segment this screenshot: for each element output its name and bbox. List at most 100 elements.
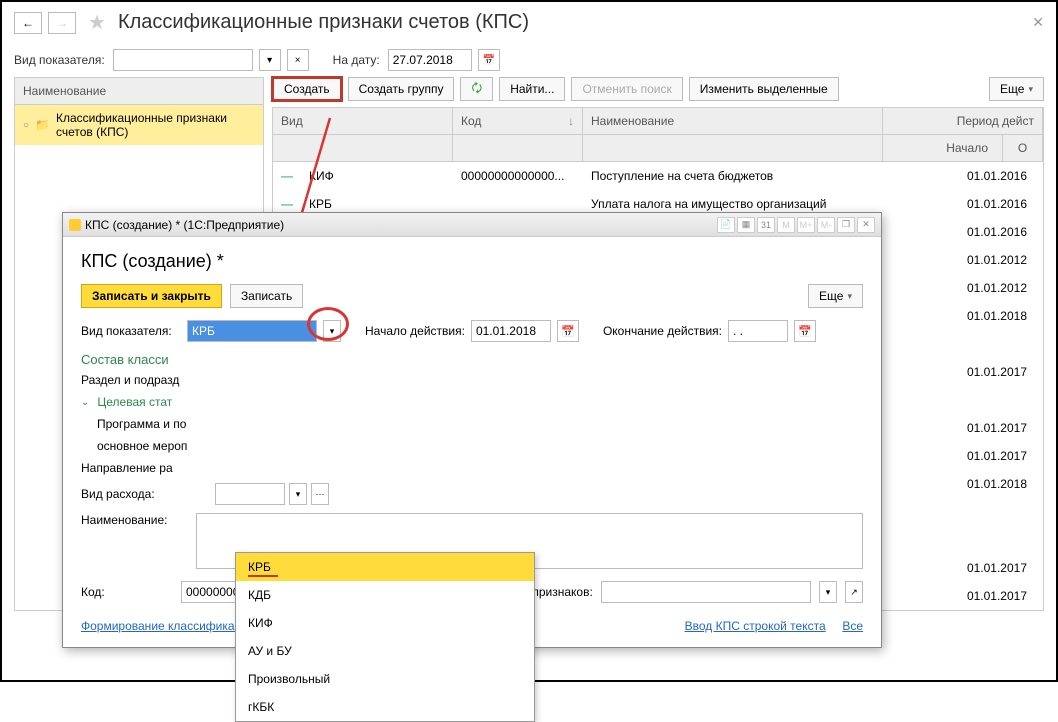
find-button[interactable]: Найти... [499, 77, 565, 101]
tb-mplus-button[interactable]: M+ [797, 217, 815, 233]
cancel-search-button[interactable]: Отменить поиск [571, 77, 682, 101]
change-selected-button[interactable]: Изменить выделенные [689, 77, 839, 101]
refresh-icon: 🗘 [471, 79, 482, 100]
dropdown-item[interactable]: КИФ [236, 609, 534, 637]
vid-dropdown-button[interactable]: ▾ [323, 320, 341, 342]
expand-icon[interactable]: ⌄ [81, 397, 89, 408]
table-row[interactable]: — КИФ00000000000000...Поступление на счет… [273, 162, 1043, 190]
tree-collapse-icon[interactable]: ○ [23, 120, 29, 131]
filter-date-input[interactable] [388, 49, 472, 71]
program-label: Программа и по [97, 417, 186, 431]
end-date-label: Окончание действия: [603, 324, 722, 338]
dialog-more-button[interactable]: Еще ▾ [808, 284, 863, 308]
save-and-close-button[interactable]: Записать и закрыть [81, 284, 222, 308]
col-period[interactable]: Период дейст [883, 108, 1043, 134]
expense-type-label: Вид расхода: [81, 487, 211, 501]
cell-date: 01.01.2016 [883, 165, 1043, 187]
col-end[interactable]: О [1003, 135, 1043, 161]
vid-dropdown-list: КРБКДБКИФАУ и БУПроизвольныйгКБК [235, 552, 535, 722]
cell-kod: 00000000000000... [453, 165, 583, 187]
link-all[interactable]: Все [842, 619, 863, 633]
dropdown-item[interactable]: КРБ [236, 553, 534, 581]
start-date-calendar-button[interactable]: 📅 [557, 320, 579, 342]
dialog-window-title: КПС (создание) * (1С:Предприятие) [85, 218, 284, 232]
nav-back-button[interactable]: ← [14, 12, 42, 34]
name-label: Наименование: [81, 513, 192, 527]
tb-print-icon[interactable]: 📄 [717, 217, 735, 233]
cell-date: 01.01.2016 [883, 193, 1043, 215]
filter-vid-label: Вид показателя: [14, 53, 105, 67]
end-date-input[interactable] [728, 320, 788, 342]
filter-vid-clear-button[interactable]: × [287, 49, 309, 71]
tb-restore-button[interactable]: ❐ [837, 217, 855, 233]
tb-m-button[interactable]: M [777, 217, 795, 233]
section-composition: Состав класси [81, 352, 863, 367]
cell-date: 01.01.2017 [883, 361, 1043, 383]
create-button[interactable]: Создать [272, 77, 342, 101]
filter-date-label: На дату: [333, 53, 380, 67]
tb-grid-icon[interactable]: ▦ [737, 217, 755, 233]
cell-date: 01.01.2017 [883, 445, 1043, 467]
col-vid[interactable]: Вид [273, 108, 453, 134]
nav-forward-button[interactable]: → [48, 12, 76, 34]
cell-date: 01.01.2017 [883, 557, 1043, 579]
group-input[interactable] [601, 581, 811, 603]
dropdown-item[interactable]: гКБК [236, 693, 534, 721]
cell-date: 01.01.2017 [883, 585, 1043, 607]
filter-date-calendar-button[interactable]: 📅 [478, 49, 500, 71]
expense-type-dropdown-button[interactable]: ▾ [289, 483, 307, 505]
more-button[interactable]: Еще ▾ [989, 77, 1044, 101]
dialog-titlebar[interactable]: КПС (создание) * (1С:Предприятие) 📄 ▦ 31… [63, 213, 881, 237]
filter-vid-dropdown-button[interactable]: ▾ [259, 49, 281, 71]
cell-date: 01.01.2017 [883, 417, 1043, 439]
cell-date: 01.01.2018 [883, 305, 1043, 327]
dropdown-item[interactable]: АУ и БУ [236, 637, 534, 665]
cell-name: Поступление на счета бюджетов [583, 165, 883, 187]
save-button[interactable]: Записать [230, 284, 303, 308]
dropdown-item[interactable]: Произвольный [236, 665, 534, 693]
sidebar-item-kps[interactable]: ○ 📁 Классификационные признаки счетов (К… [15, 105, 263, 145]
cell-date [883, 340, 1043, 348]
tb-calendar-icon[interactable]: 31 [757, 217, 775, 233]
cell-vid: КИФ [301, 165, 453, 187]
favorite-star-icon[interactable]: ★ [88, 10, 106, 35]
link-input-kps[interactable]: Ввод КПС строкой текста [685, 619, 826, 633]
col-start[interactable]: Начало [883, 135, 1003, 161]
start-date-label: Начало действия: [365, 324, 465, 338]
expense-type-open-button[interactable]: ⋯ [311, 483, 329, 505]
cell-date [883, 536, 1043, 544]
razdel-label: Раздел и подразд [81, 373, 179, 387]
target-label: Целевая стат [97, 395, 172, 409]
group-dropdown-button[interactable]: ▾ [819, 581, 837, 603]
sidebar-header: Наименование [15, 78, 263, 105]
end-date-calendar-button[interactable]: 📅 [794, 320, 816, 342]
dropdown-item[interactable]: КДБ [236, 581, 534, 609]
close-icon[interactable]: ✕ [1032, 14, 1044, 31]
col-name[interactable]: Наименование [583, 108, 883, 134]
page-title: Классификационные признаки счетов (КПС) [118, 11, 529, 34]
dialog-title: КПС (создание) * [81, 251, 863, 272]
group-open-button[interactable]: ↗ [845, 581, 863, 603]
code-label: Код: [81, 585, 173, 599]
folder-icon: 📁 [35, 118, 50, 132]
vid-input[interactable] [187, 320, 317, 342]
direction-label: Направление ра [81, 461, 173, 475]
tb-mminus-button[interactable]: M- [817, 217, 835, 233]
filter-vid-combo[interactable] [113, 49, 253, 71]
row-marker-icon: — [281, 169, 293, 183]
tb-close-button[interactable]: ✕ [857, 217, 875, 233]
col-kod[interactable]: Код↓ [453, 108, 583, 134]
start-date-input[interactable] [471, 320, 551, 342]
cell-date: 01.01.2012 [883, 249, 1043, 271]
cell-date [883, 396, 1043, 404]
vid-label: Вид показателя: [81, 324, 181, 338]
expense-type-input[interactable] [215, 483, 285, 505]
cell-date: 01.01.2016 [883, 221, 1043, 243]
refresh-button[interactable]: 🗘 [460, 77, 493, 101]
cell-date: 01.01.2018 [883, 473, 1043, 495]
cell-kod [453, 200, 583, 208]
cell-date [883, 508, 1043, 516]
create-group-button[interactable]: Создать группу [348, 77, 455, 101]
row-marker-icon: — [281, 197, 293, 211]
cell-date: 01.01.2012 [883, 277, 1043, 299]
